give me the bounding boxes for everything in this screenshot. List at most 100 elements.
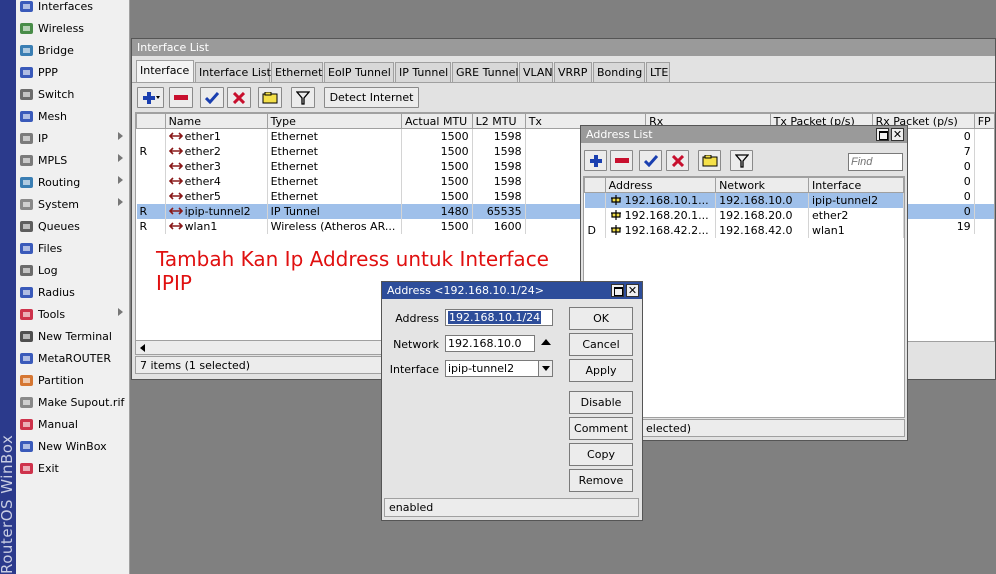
close-icon[interactable]: ✕ bbox=[891, 128, 904, 141]
tab-bonding[interactable]: Bonding bbox=[593, 62, 645, 82]
comment-button[interactable] bbox=[258, 87, 282, 108]
sidebar-item-label: Switch bbox=[38, 87, 75, 101]
tab-vrrp[interactable]: VRRP bbox=[554, 62, 592, 82]
cell-mtu: 1500 bbox=[401, 173, 473, 189]
column-header[interactable]: Type bbox=[266, 113, 403, 129]
sidebar-item-ip[interactable]: IP bbox=[16, 127, 129, 149]
comment-button[interactable] bbox=[698, 150, 721, 171]
metarouter-icon bbox=[19, 351, 34, 366]
sidebar-item-mesh[interactable]: Mesh bbox=[16, 105, 129, 127]
remove-button[interactable]: Remove bbox=[569, 469, 633, 492]
brand-text: RouterOS WinBox bbox=[0, 434, 16, 574]
column-header[interactable] bbox=[136, 113, 166, 129]
cell-mtu: 1500 bbox=[401, 188, 473, 204]
address-label: Address bbox=[395, 312, 439, 325]
close-icon[interactable]: ✕ bbox=[626, 284, 639, 297]
column-header[interactable]: Actual MTU bbox=[401, 113, 473, 129]
interface-name-cell: ether1 bbox=[165, 128, 268, 144]
remove-button[interactable] bbox=[169, 87, 193, 108]
table-row[interactable]: 192.168.10.1... 192.168.10.0 ipip-tunnel2 bbox=[584, 192, 904, 208]
detect-internet-button[interactable]: Detect Internet bbox=[324, 87, 419, 108]
address-dialog-titlebar[interactable]: Address <192.168.10.1/24> ✕ bbox=[382, 282, 642, 299]
ppp-icon bbox=[19, 65, 34, 80]
sidebar-item-files[interactable]: Files bbox=[16, 237, 129, 259]
network-collapse-icon[interactable] bbox=[541, 339, 551, 345]
enable-button[interactable] bbox=[200, 87, 224, 108]
add-button[interactable] bbox=[137, 87, 164, 108]
interface-list-titlebar[interactable]: Interface List bbox=[132, 39, 995, 56]
address-input[interactable]: 192.168.10.1/24 bbox=[445, 309, 553, 326]
sidebar-item-radius[interactable]: Radius bbox=[16, 281, 129, 303]
sidebar-item-system[interactable]: System bbox=[16, 193, 129, 215]
sidebar-item-mpls[interactable]: MPLS bbox=[16, 149, 129, 171]
sidebar-item-ppp[interactable]: PPP bbox=[16, 61, 129, 83]
sidebar-item-wireless[interactable]: Wireless bbox=[16, 17, 129, 39]
table-row[interactable]: D 192.168.42.2... 192.168.42.0 wlan1 bbox=[584, 222, 904, 238]
sidebar-item-log[interactable]: Log bbox=[16, 259, 129, 281]
filter-button[interactable] bbox=[291, 87, 315, 108]
interface-select[interactable]: ipip-tunnel2 bbox=[445, 360, 553, 377]
table-row[interactable]: 192.168.20.1... 192.168.20.0 ether2 bbox=[584, 207, 904, 223]
interfaces-icon bbox=[19, 0, 34, 14]
sidebar-item-label: Queues bbox=[38, 219, 80, 233]
terminal-icon bbox=[19, 329, 34, 344]
comment-button[interactable]: Comment bbox=[569, 417, 633, 440]
sidebar-item-partition[interactable]: Partition bbox=[16, 369, 129, 391]
copy-button[interactable]: Copy bbox=[569, 443, 633, 466]
tab-vlan[interactable]: VLAN bbox=[519, 62, 553, 82]
sidebar-item-metarouter[interactable]: MetaROUTER bbox=[16, 347, 129, 369]
sidebar-item-manual[interactable]: Manual bbox=[16, 413, 129, 435]
maximize-icon[interactable] bbox=[876, 128, 889, 141]
tab-interface[interactable]: Interface bbox=[136, 60, 194, 82]
interface-label: Interface bbox=[389, 363, 439, 376]
sidebar-item-label: Files bbox=[38, 241, 63, 255]
sidebar-item-bridge[interactable]: Bridge bbox=[16, 39, 129, 61]
apply-button[interactable]: Apply bbox=[569, 359, 633, 382]
sidebar-item-label: Interfaces bbox=[38, 0, 93, 13]
column-header[interactable]: L2 MTU bbox=[471, 113, 526, 129]
interface-name-cell: ether5 bbox=[165, 188, 268, 204]
routing-icon bbox=[19, 175, 34, 190]
sidebar-item-switch[interactable]: Switch bbox=[16, 83, 129, 105]
scroll-left-icon[interactable] bbox=[140, 344, 145, 352]
column-header[interactable]: Interface bbox=[808, 177, 904, 193]
add-button[interactable] bbox=[584, 150, 607, 171]
sidebar-item-new-winbox[interactable]: New WinBox bbox=[16, 435, 129, 457]
sidebar-item-exit[interactable]: Exit bbox=[16, 457, 129, 479]
network-input[interactable]: 192.168.10.0 bbox=[445, 335, 535, 352]
sidebar-item-make-supout-rif[interactable]: Make Supout.rif bbox=[16, 391, 129, 413]
enable-button[interactable] bbox=[639, 150, 662, 171]
mesh-icon bbox=[19, 109, 34, 124]
maximize-icon[interactable] bbox=[611, 284, 624, 297]
address-list-titlebar[interactable]: Address List ✕ bbox=[581, 126, 907, 143]
disable-button[interactable] bbox=[227, 87, 251, 108]
system-icon bbox=[19, 197, 34, 212]
tab-lte[interactable]: LTE bbox=[646, 62, 670, 82]
cancel-button[interactable]: Cancel bbox=[569, 333, 633, 356]
tab-ethernet[interactable]: Ethernet bbox=[271, 62, 323, 82]
disable-button[interactable]: Disable bbox=[569, 391, 633, 414]
ip-icon bbox=[19, 131, 34, 146]
column-header[interactable] bbox=[584, 177, 606, 193]
disable-button[interactable] bbox=[666, 150, 689, 171]
submenu-arrow-icon bbox=[118, 198, 123, 206]
column-header[interactable]: Address bbox=[604, 177, 717, 193]
column-header[interactable]: Network bbox=[715, 177, 809, 193]
sidebar-item-new-terminal[interactable]: New Terminal bbox=[16, 325, 129, 347]
sidebar-item-tools[interactable]: Tools bbox=[16, 303, 129, 325]
sidebar-item-queues[interactable]: Queues bbox=[16, 215, 129, 237]
ok-button[interactable]: OK bbox=[569, 307, 633, 330]
tab-eoip-tunnel[interactable]: EoIP Tunnel bbox=[324, 62, 394, 82]
filter-button[interactable] bbox=[730, 150, 753, 171]
tab-ip-tunnel[interactable]: IP Tunnel bbox=[395, 62, 451, 82]
column-header[interactable]: Name bbox=[164, 113, 268, 129]
column-header[interactable]: FP Tx bbox=[973, 113, 994, 129]
find-input[interactable] bbox=[848, 153, 903, 171]
tab-gre-tunnel[interactable]: GRE Tunnel bbox=[452, 62, 518, 82]
tab-interface-list[interactable]: Interface List bbox=[195, 62, 271, 82]
sidebar-item-routing[interactable]: Routing bbox=[16, 171, 129, 193]
dropdown-icon[interactable] bbox=[538, 361, 552, 376]
remove-button[interactable] bbox=[610, 150, 633, 171]
sidebar-item-label: New Terminal bbox=[38, 329, 112, 343]
sidebar-item-interfaces[interactable]: Interfaces bbox=[16, 0, 129, 17]
